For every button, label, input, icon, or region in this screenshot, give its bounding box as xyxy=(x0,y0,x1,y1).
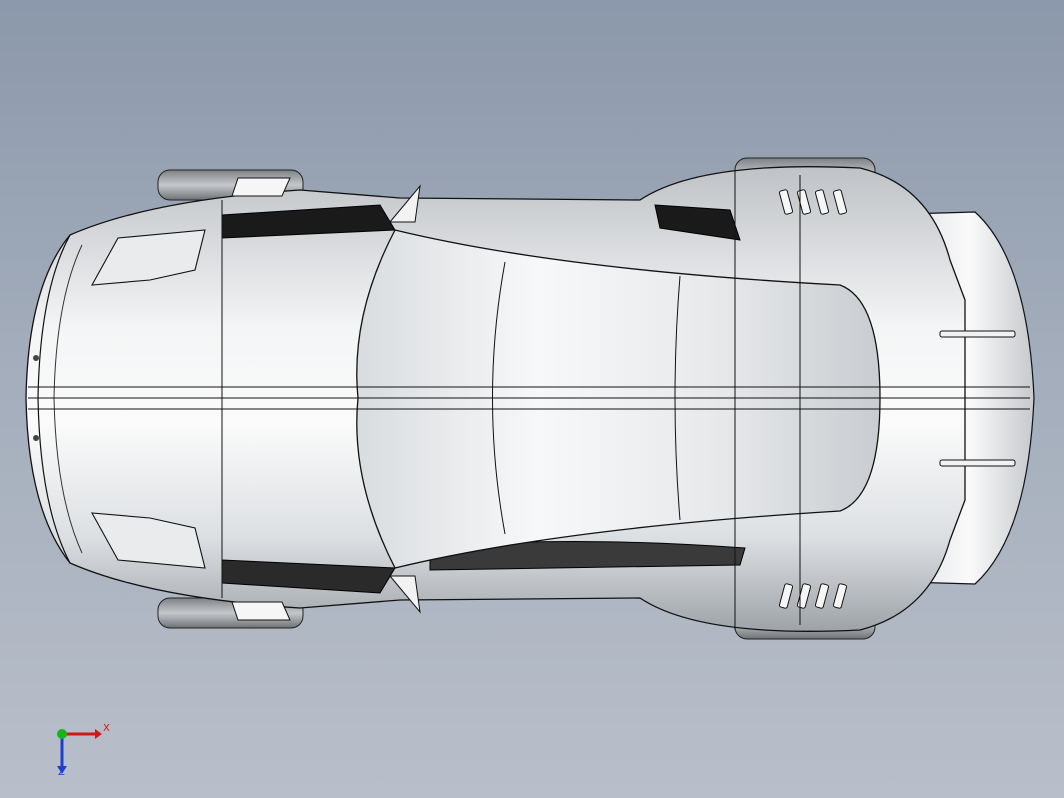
y-axis-marker xyxy=(57,729,67,739)
x-axis-label: X xyxy=(103,723,110,734)
coordinate-triad: X Z xyxy=(40,712,130,792)
axis-triad-icon xyxy=(57,729,102,774)
x-axis-head xyxy=(95,729,102,739)
graphics-viewport[interactable]: X Z xyxy=(0,0,1064,798)
car-model[interactable] xyxy=(0,0,1064,798)
z-axis-label: Z xyxy=(58,767,65,778)
